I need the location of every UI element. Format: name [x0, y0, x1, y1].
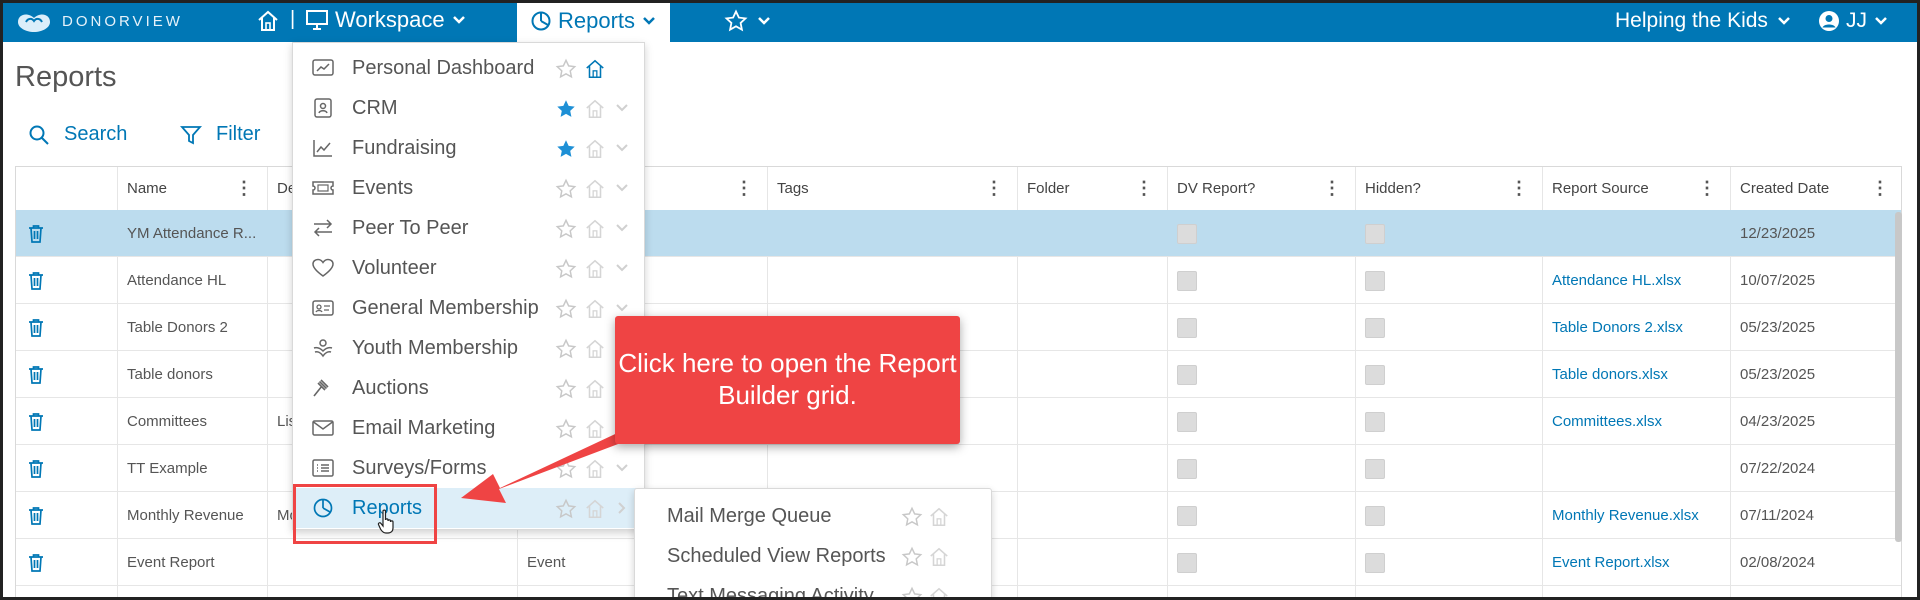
annotation-callout: Click here to open the Report Builder gr… [615, 316, 960, 444]
hand-cursor-icon [377, 509, 394, 534]
annotation-arrow [461, 428, 634, 503]
